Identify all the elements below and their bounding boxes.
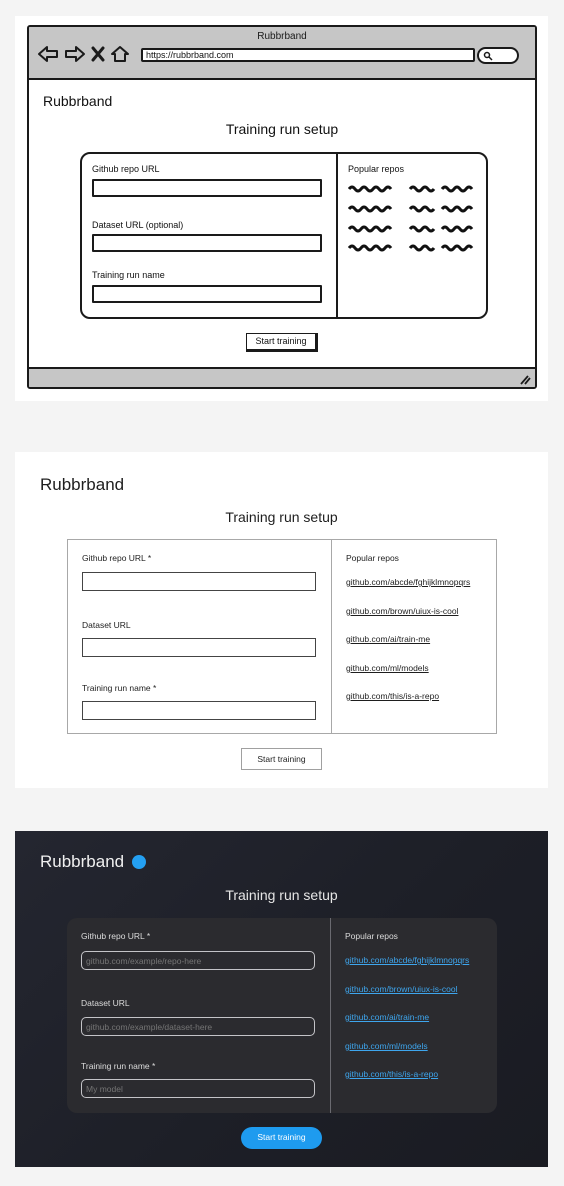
search-icon (483, 51, 493, 61)
sketch-repo-scribble[interactable] (348, 243, 474, 253)
sketch-repo-scribble[interactable] (348, 224, 474, 234)
dataset-url-label: Dataset URL (81, 998, 130, 1008)
back-arrow-icon[interactable] (37, 45, 59, 63)
close-x-icon[interactable] (91, 46, 105, 62)
sketch-brand: Rubbrband (43, 93, 113, 109)
sketch-repo-scribble[interactable] (348, 204, 474, 214)
repo-link[interactable]: github.com/ai/train-me (346, 634, 430, 644)
sketch-form-card: Github repo URL Dataset URL (optional) T… (80, 152, 488, 319)
repo-link[interactable]: github.com/ml/models (345, 1041, 428, 1051)
repo-link[interactable]: github.com/brown/uiux-is-cool (346, 606, 458, 616)
github-url-label: Github repo URL * (81, 931, 151, 941)
sketch-repo-scribble[interactable] (348, 184, 474, 194)
dark-mockup-panel: Rubbrband Training run setup Github repo… (15, 831, 548, 1167)
sketch-github-label: Github repo URL (92, 164, 160, 174)
repo-link[interactable]: github.com/brown/uiux-is-cool (345, 984, 457, 994)
run-name-input[interactable] (82, 701, 316, 720)
light-mockup-panel: Rubbrband Training run setup Github repo… (15, 452, 548, 788)
repo-link[interactable]: github.com/ml/models (346, 663, 429, 673)
dataset-url-input[interactable] (81, 1017, 315, 1036)
sketch-card-divider (336, 154, 338, 317)
repo-link[interactable]: github.com/ai/train-me (345, 1012, 429, 1022)
sketch-popular-title: Popular repos (348, 164, 405, 174)
form-card: Github repo URL * Dataset URL Training r… (67, 539, 497, 734)
brand-name: Rubbrband (40, 852, 125, 871)
sketch-nav-controls (37, 43, 130, 65)
sketch-dataset-label: Dataset URL (optional) (92, 220, 184, 230)
run-name-input[interactable] (81, 1079, 315, 1098)
card-divider (331, 540, 332, 733)
sketch-run-name-input[interactable] (92, 285, 322, 303)
repo-link[interactable]: github.com/this/is-a-repo (346, 691, 439, 701)
sketch-status-bar (29, 367, 535, 387)
resize-grip-icon[interactable] (519, 373, 531, 385)
dataset-url-input[interactable] (82, 638, 316, 657)
sketch-run-name-label: Training run name (92, 270, 165, 280)
page-title: Training run setup (225, 887, 338, 903)
sketch-wireframe-panel: Rubbrband https://rubbrband.com Rubbrban… (15, 16, 548, 401)
forward-arrow-icon[interactable] (64, 45, 86, 63)
home-icon[interactable] (110, 45, 130, 63)
sketch-dataset-input[interactable] (92, 234, 322, 252)
popular-repos-title: Popular repos (345, 931, 398, 941)
sketch-url-bar[interactable]: https://rubbrband.com (141, 48, 475, 62)
form-card: Github repo URL * Dataset URL Training r… (67, 918, 497, 1113)
card-divider (330, 918, 331, 1113)
run-name-label: Training run name * (81, 1061, 156, 1071)
sketch-page-title: Training run setup (225, 121, 339, 137)
sketch-browser-window: Rubbrband https://rubbrband.com Rubbrban… (27, 25, 537, 389)
start-training-button[interactable]: Start training (241, 1127, 322, 1149)
sketch-search-box[interactable] (477, 47, 519, 64)
github-url-input[interactable] (82, 572, 316, 591)
dataset-url-label: Dataset URL (82, 620, 131, 630)
github-url-input[interactable] (81, 951, 315, 970)
repo-link[interactable]: github.com/this/is-a-repo (345, 1069, 438, 1079)
brand-dot-icon (132, 855, 146, 869)
popular-repos-title: Popular repos (346, 553, 399, 563)
github-url-label: Github repo URL * (82, 553, 152, 563)
start-training-button[interactable]: Start training (241, 748, 322, 770)
sketch-browser-toolbar: Rubbrband https://rubbrband.com (29, 27, 535, 80)
repo-link[interactable]: github.com/abcde/fghijklmnopqrs (346, 577, 470, 587)
sketch-start-training-button[interactable]: Start training (246, 333, 318, 352)
sketch-github-input[interactable] (92, 179, 322, 197)
page-title: Training run setup (225, 509, 338, 525)
repo-link[interactable]: github.com/abcde/fghijklmnopqrs (345, 955, 469, 965)
run-name-label: Training run name * (82, 683, 157, 693)
sketch-window-title: Rubbrband (257, 31, 307, 42)
brand-name: Rubbrband (40, 475, 125, 494)
